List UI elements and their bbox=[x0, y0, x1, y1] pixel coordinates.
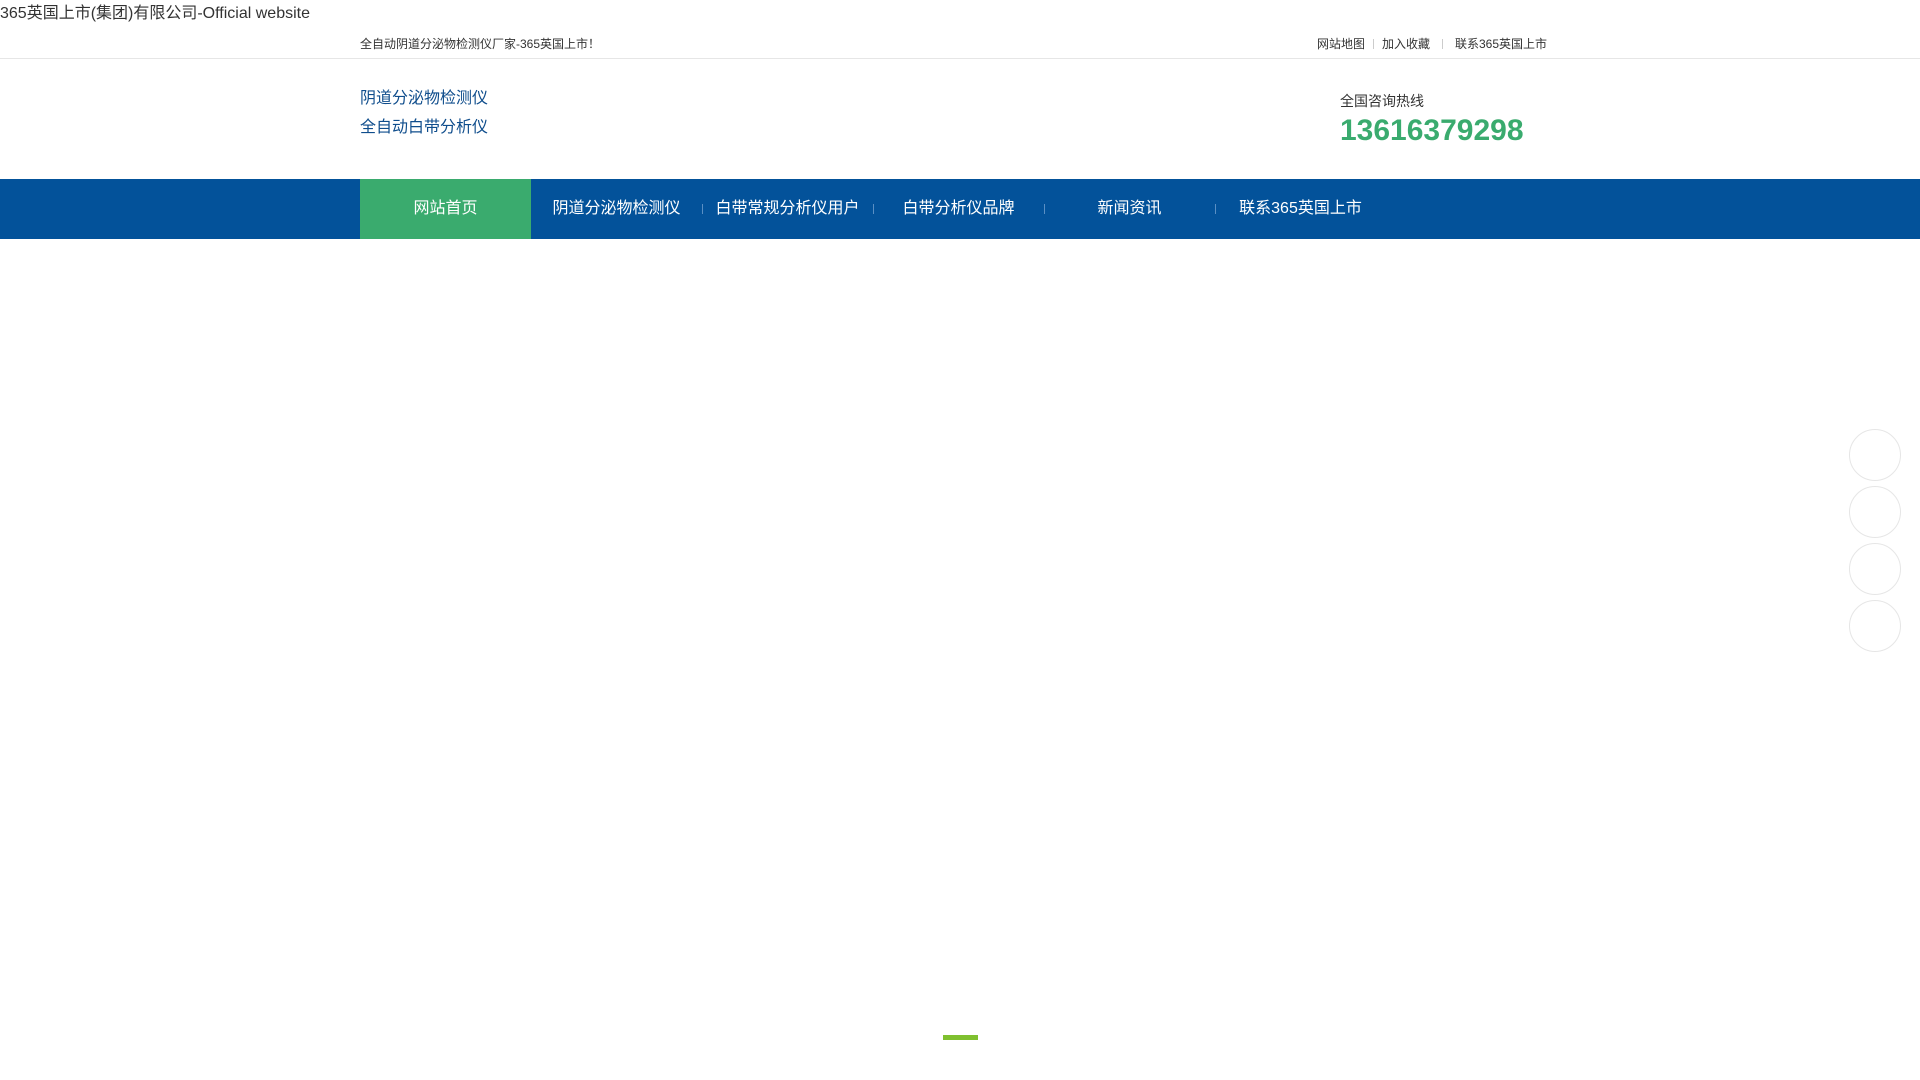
floating-button-2[interactable] bbox=[1849, 486, 1901, 538]
page: 365英国上市(集团)有限公司-Official website 全自动阴道分泌… bbox=[0, 0, 1920, 1080]
bookmark-link[interactable]: 加入收藏 bbox=[1382, 36, 1430, 52]
floating-button-3[interactable] bbox=[1849, 543, 1901, 595]
hotline-label: 全国咨询热线 bbox=[1340, 93, 1424, 109]
floating-button-1[interactable] bbox=[1849, 429, 1901, 481]
nav-item-users[interactable]: 白带常规分析仪用户 bbox=[702, 179, 873, 239]
brand-line-1[interactable]: 阴道分泌物检测仪 bbox=[360, 89, 488, 109]
link-divider bbox=[1441, 39, 1443, 49]
nav-divider bbox=[1215, 204, 1216, 214]
link-divider bbox=[1372, 39, 1374, 49]
nav-item-label: 网站首页 bbox=[413, 200, 478, 217]
nav-items: 网站首页 阴道分泌物检测仪 白带常规分析仪用户 白带分析仪品牌 新闻资讯 联系3… bbox=[360, 179, 1386, 239]
nav-item-label: 阴道分泌物检测仪 bbox=[552, 200, 681, 217]
contact-link[interactable]: 联系365英国上市 bbox=[1455, 36, 1547, 52]
nav-item-label: 联系365英国上市 bbox=[1239, 200, 1362, 217]
brand-line-2[interactable]: 全自动白带分析仪 bbox=[360, 118, 488, 138]
nav-divider bbox=[702, 204, 703, 214]
nav-item-brands[interactable]: 白带分析仪品牌 bbox=[873, 179, 1044, 239]
nav-item-detector[interactable]: 阴道分泌物检测仪 bbox=[531, 179, 702, 239]
document-title: 365英国上市(集团)有限公司-Official website bbox=[0, 5, 310, 22]
site-header: 阴道分泌物检测仪 全自动白带分析仪 全国咨询热线 13616379298 bbox=[0, 59, 1920, 178]
sitemap-link[interactable]: 网站地图 bbox=[1317, 36, 1365, 52]
top-bar: 全自动阴道分泌物检测仪厂家-365英国上市！ 网站地图 加入收藏 联系365英国… bbox=[0, 32, 1920, 59]
floating-button-4[interactable] bbox=[1849, 600, 1901, 652]
banner-slider bbox=[0, 239, 1920, 1080]
nav-item-contact[interactable]: 联系365英国上市 bbox=[1215, 179, 1386, 239]
nav-item-news[interactable]: 新闻资讯 bbox=[1044, 179, 1215, 239]
nav-item-label: 白带分析仪品牌 bbox=[902, 200, 1015, 217]
nav-item-label: 白带常规分析仪用户 bbox=[715, 200, 860, 217]
welcome-text: 全自动阴道分泌物检测仪厂家-365英国上市！ bbox=[360, 37, 601, 51]
nav-item-label: 新闻资讯 bbox=[1097, 200, 1162, 217]
hotline-number: 13616379298 bbox=[1340, 114, 1524, 147]
slider-indicator-active[interactable] bbox=[943, 1035, 978, 1040]
nav-divider bbox=[873, 204, 874, 214]
main-nav: 网站首页 阴道分泌物检测仪 白带常规分析仪用户 白带分析仪品牌 新闻资讯 联系3… bbox=[0, 179, 1920, 239]
top-links: 网站地图 加入收藏 联系365英国上市 bbox=[1317, 36, 1547, 52]
nav-item-home[interactable]: 网站首页 bbox=[360, 179, 531, 239]
nav-divider bbox=[1044, 204, 1045, 214]
